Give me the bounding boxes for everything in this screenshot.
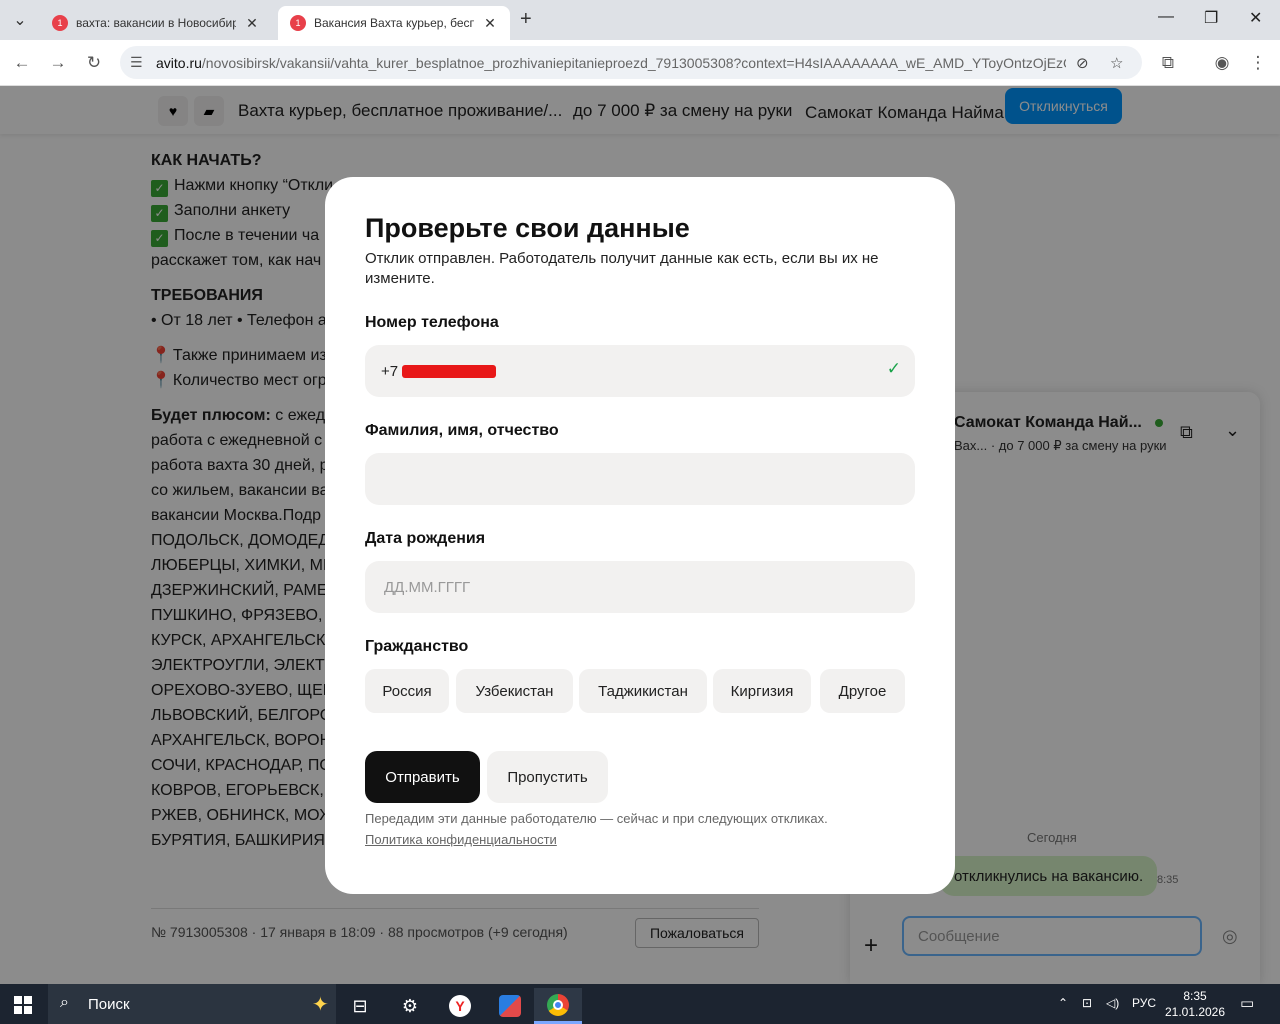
photos-app-icon[interactable] [486,988,534,1024]
citizenship-option-uzbekistan[interactable]: Узбекистан [456,669,573,713]
fio-field[interactable] [365,453,915,505]
chrome-icon[interactable] [534,988,582,1024]
tab-vakhta-search[interactable]: 1 вахта: вакансии в Новосибирске ✕ [40,6,272,40]
chevron-up-icon[interactable]: ⌃ [1058,996,1068,1010]
birthdate-field[interactable]: ДД.ММ.ГГГГ [365,561,915,613]
citizenship-option-russia[interactable]: Россия [365,669,449,713]
checkmark-icon: ✓ [886,359,901,378]
tab-vacancy[interactable]: 1 Вакансия Вахта курьер, бесплатное ✕ [278,6,510,40]
clock-time: 8:35 [1183,989,1207,1003]
citizenship-label: Гражданство [365,638,469,655]
skip-button[interactable]: Пропустить [487,751,608,803]
windows-start-icon[interactable] [14,996,32,1014]
profile-icon[interactable]: ◉ [1210,51,1234,75]
reload-button[interactable]: ↻ [82,51,106,75]
close-window-button[interactable]: ✕ [1249,8,1262,28]
phone-label: Номер телефона [365,314,499,331]
url-host: avito.ru [156,54,202,71]
forward-button[interactable]: → [46,51,70,75]
address-bar[interactable]: ☰ avito.ru/novosibirsk/vakansii/vahta_ku… [120,46,1142,79]
network-icon[interactable]: ⊡ [1082,996,1092,1010]
windows-taskbar: ⌕ Поиск ✦ ⊟ ⚙ Y ⌃ ⊡ ◁) РУС 8:35 21.01.20… [0,984,1280,1024]
clock-date: 21.01.2026 [1164,1005,1226,1019]
send-button[interactable]: Отправить [365,751,480,803]
taskbar-clock[interactable]: 8:35 21.01.2026 [1160,988,1230,1020]
redacted-phone-number [402,364,497,378]
yandex-browser-icon[interactable]: Y [436,988,484,1024]
tab-favicon-badge: 1 [52,15,68,31]
location-off-icon[interactable]: ⊘ [1076,54,1089,72]
citizenship-option-tajikistan[interactable]: Таджикистан [579,669,707,713]
data-sharing-note: Передадим эти данные работодателю — сейч… [365,811,828,826]
settings-gear-icon[interactable]: ⚙ [386,988,434,1024]
minimize-button[interactable]: — [1158,8,1174,26]
menu-icon[interactable]: ⋮ [1246,51,1270,75]
tab-close-icon[interactable]: ✕ [244,15,260,32]
restore-button[interactable]: ❐ [1204,8,1218,28]
browser-toolbar: ← → ↻ ☰ avito.ru/novosibirsk/vakansii/va… [0,40,1280,86]
taskbar-search-label: Поиск [88,995,130,1013]
tab-favicon-badge: 1 [290,15,306,31]
task-view-icon[interactable]: ⊟ [336,988,384,1024]
site-info-icon[interactable]: ☰ [130,54,143,71]
citizenship-option-kyrgyzstan[interactable]: Киргизия [713,669,811,713]
new-tab-button[interactable]: + [520,8,532,31]
taskbar-search[interactable]: ⌕ Поиск ✦ [48,984,336,1024]
citizenship-option-other[interactable]: Другое [820,669,905,713]
tab-title: вахта: вакансии в Новосибирске [76,16,236,30]
phone-field[interactable]: +7 ✓ [365,345,915,397]
tab-strip: ⌄ 1 вахта: вакансии в Новосибирске ✕ 1 В… [0,0,1280,40]
birthdate-label: Дата рождения [365,530,486,547]
language-indicator[interactable]: РУС [1132,996,1156,1010]
search-icon: ⌕ [60,994,69,1011]
back-button[interactable]: ← [10,51,34,75]
tab-title: Вакансия Вахта курьер, бесплатное [314,16,474,30]
bookmark-star-icon[interactable]: ☆ [1110,54,1123,72]
url-path: /novosibirsk/vakansii/vahta_kurer_bespla… [201,54,1066,71]
notifications-icon[interactable]: ▭ [1240,994,1254,1012]
sparkle-icon: ✦ [312,994,329,1016]
privacy-policy-link[interactable]: Политика конфиденциальности [365,832,557,847]
phone-prefix: +7 [381,362,399,380]
check-data-modal: Проверьте свои данные Отклик отправлен. … [325,177,955,894]
modal-subtitle: Отклик отправлен. Работодатель получит д… [365,250,879,287]
tab-search-icon[interactable]: ⌄ [8,8,32,32]
fio-label: Фамилия, имя, отчество [365,422,559,439]
tab-close-icon[interactable]: ✕ [482,15,498,32]
modal-title: Проверьте свои данные [365,213,690,243]
volume-icon[interactable]: ◁) [1106,996,1119,1010]
extensions-icon[interactable]: ⧉ [1156,51,1180,75]
